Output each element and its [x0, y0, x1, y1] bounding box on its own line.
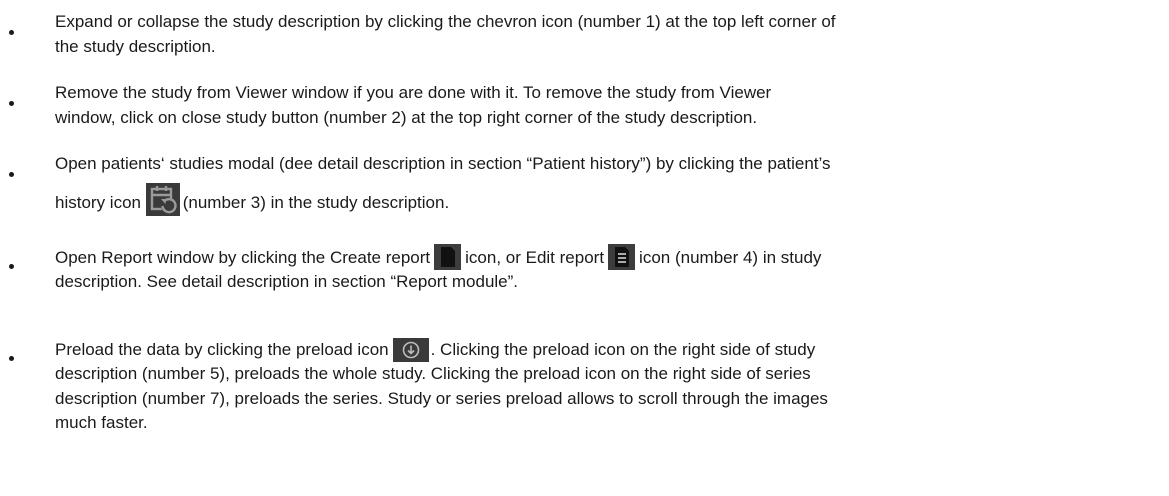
bullet-line: the study description.	[55, 36, 216, 56]
bullet-fragment: history icon	[55, 193, 141, 212]
bullet-line: much faster.	[55, 413, 148, 432]
bullet-fragment: . Clicking the preload icon on the right…	[430, 339, 816, 359]
bullet-line: Open patients‘ studies modal (dee detail…	[55, 154, 831, 173]
bullet-dot	[9, 30, 14, 35]
bullet-line: Expand or collapse the study description…	[55, 12, 836, 31]
bullet-text: Expand or collapse the study description…	[55, 10, 1169, 59]
bullet-line: history icon (number 3) in the study des…	[55, 177, 1169, 216]
bullet-fragment: icon, or Edit report	[465, 247, 605, 267]
bullet-line: Remove the study from Viewer window if y…	[55, 83, 772, 102]
bullet-dot	[9, 101, 14, 106]
bullet-line: window, click on close study button (num…	[55, 107, 758, 127]
bullet-dot	[9, 172, 14, 177]
bullet-fragment: Preload the data by clicking the preload…	[55, 339, 389, 359]
bullet-line: Open Report window by clicking the Creat…	[55, 240, 1169, 270]
bullet-fragment: (number 3) in the study description.	[182, 193, 450, 212]
patient-history-icon	[145, 182, 180, 216]
bullet-line: description. See detail description in s…	[55, 272, 519, 291]
edit-report-icon	[608, 244, 636, 270]
bullet-text: Preload the data by clicking the preload…	[55, 334, 1169, 436]
bullet-fragment: icon (number 4) in study	[639, 247, 822, 267]
bullet-line: Preload the data by clicking the preload…	[55, 334, 1169, 362]
bullet-line: description (number 5), preloads the who…	[55, 364, 811, 383]
bullet-line: description (number 7), preloads the ser…	[55, 388, 828, 408]
bullet-list: Expand or collapse the study description…	[0, 0, 1169, 496]
preload-icon	[392, 338, 429, 362]
create-report-icon	[434, 244, 462, 270]
bullet-text: Open Report window by clicking the Creat…	[55, 240, 1169, 295]
bullet-fragment: Open Report window by clicking the Creat…	[55, 247, 431, 267]
bullet-text: Remove the study from Viewer window if y…	[55, 81, 1169, 130]
bullet-text: Open patients‘ studies modal (dee detail…	[55, 152, 1169, 216]
bullet-dot	[9, 264, 14, 269]
bullet-dot	[9, 356, 14, 361]
